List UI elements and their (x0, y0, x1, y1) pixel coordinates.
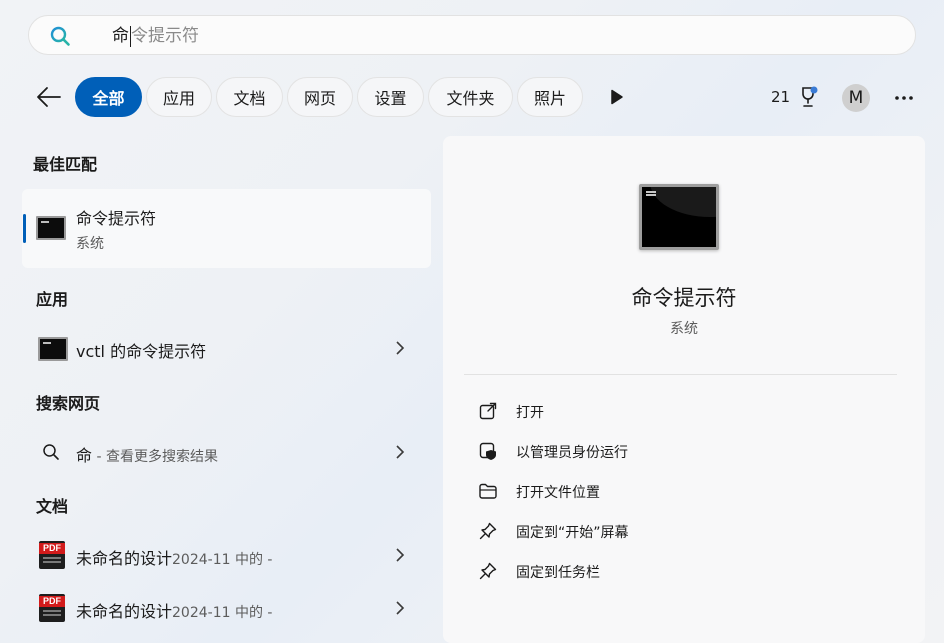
folder-icon (479, 483, 497, 499)
document-meta: 2024-11 中的 - (172, 605, 273, 621)
detail-app-type: 系统 (670, 321, 698, 337)
action-open-label: 打开 (516, 405, 544, 421)
shield-admin-icon (479, 442, 496, 460)
web-search-suffix: - 查看更多搜索结果 (92, 449, 218, 465)
action-pin-to-taskbar-label: 固定到任务栏 (516, 565, 600, 581)
document-meta: 2024-11 中的 - (172, 552, 273, 568)
more-options-button[interactable] (892, 88, 916, 108)
document-name: 未命名的设计 (76, 602, 173, 621)
detail-app-name: 命令提示符 (631, 286, 737, 310)
action-open-file-location[interactable]: 打开文件位置 (473, 473, 893, 509)
chevron-right-icon[interactable] (394, 340, 406, 356)
detail-panel: 命令提示符 系统 打开 以管理员身份运行 打开文件位置 固定到“开始”屏幕 固定… (443, 136, 925, 643)
web-search-query: 命 (76, 446, 93, 465)
chevron-right-icon[interactable] (394, 547, 406, 563)
document-result-row[interactable]: PDF 未命名的设计2024-11 中的 - (22, 586, 431, 630)
filter-chip-photos[interactable]: 照片 (517, 77, 583, 117)
documents-heading: 文档 (36, 497, 69, 516)
app-result-label: vctl 的命令提示符 (76, 342, 207, 361)
action-pin-to-start[interactable]: 固定到“开始”屏幕 (473, 513, 893, 549)
pin-icon (479, 522, 497, 540)
pin-icon (479, 562, 497, 580)
web-search-heading: 搜索网页 (36, 394, 101, 413)
apps-heading: 应用 (36, 290, 69, 309)
action-pin-to-start-label: 固定到“开始”屏幕 (516, 525, 629, 541)
document-label: 未命名的设计2024-11 中的 - (76, 545, 272, 569)
back-button[interactable] (34, 84, 64, 110)
command-prompt-large-icon (639, 184, 719, 250)
selection-indicator (23, 214, 26, 243)
action-open[interactable]: 打开 (473, 393, 893, 429)
search-typed-text[interactable]: 命 (112, 25, 129, 47)
web-search-label: 命 - 查看更多搜索结果 (76, 442, 218, 466)
search-icon (50, 26, 70, 46)
filter-chip-apps[interactable]: 应用 (146, 77, 212, 117)
search-autocomplete-hint: 令提示符 (131, 26, 199, 46)
best-match-heading: 最佳匹配 (33, 155, 98, 174)
rewards-trophy-icon[interactable] (797, 85, 819, 109)
best-match-title: 命令提示符 (76, 209, 157, 228)
arrow-left-icon (37, 87, 61, 107)
filter-chip-web[interactable]: 网页 (287, 77, 353, 117)
more-filters-button[interactable] (606, 86, 628, 108)
rewards-points[interactable]: 21 (771, 88, 790, 106)
best-match-result[interactable]: 命令提示符 系统 (22, 189, 431, 268)
play-arrow-icon (611, 89, 623, 105)
search-icon (43, 444, 59, 460)
app-result-row[interactable]: vctl 的命令提示符 (22, 326, 431, 370)
document-result-row[interactable]: PDF 未命名的设计2024-11 中的 - (22, 533, 431, 577)
account-avatar[interactable]: M (842, 84, 870, 112)
filter-chip-documents[interactable]: 文档 (216, 77, 283, 117)
document-label: 未命名的设计2024-11 中的 - (76, 598, 272, 622)
command-prompt-icon (36, 216, 66, 240)
filter-chip-settings[interactable]: 设置 (357, 77, 424, 117)
action-run-as-admin[interactable]: 以管理员身份运行 (473, 433, 893, 469)
action-open-file-location-label: 打开文件位置 (516, 485, 600, 501)
divider (464, 374, 897, 375)
pdf-file-icon: PDF (39, 541, 65, 569)
action-pin-to-taskbar[interactable]: 固定到任务栏 (473, 553, 893, 589)
filter-chip-folders[interactable]: 文件夹 (428, 77, 513, 117)
open-external-icon (479, 402, 497, 420)
filter-chip-all[interactable]: 全部 (75, 77, 142, 117)
ellipsis-icon (895, 96, 913, 100)
action-run-as-admin-label: 以管理员身份运行 (516, 445, 628, 461)
best-match-subtitle: 系统 (76, 236, 104, 252)
pdf-file-icon: PDF (39, 594, 65, 622)
web-search-row[interactable]: 命 - 查看更多搜索结果 (22, 430, 431, 474)
chevron-right-icon[interactable] (394, 444, 406, 460)
command-prompt-icon (38, 337, 68, 361)
chevron-right-icon[interactable] (394, 600, 406, 616)
document-name: 未命名的设计 (76, 549, 173, 568)
search-bar[interactable]: 命 令提示符 (28, 15, 916, 55)
